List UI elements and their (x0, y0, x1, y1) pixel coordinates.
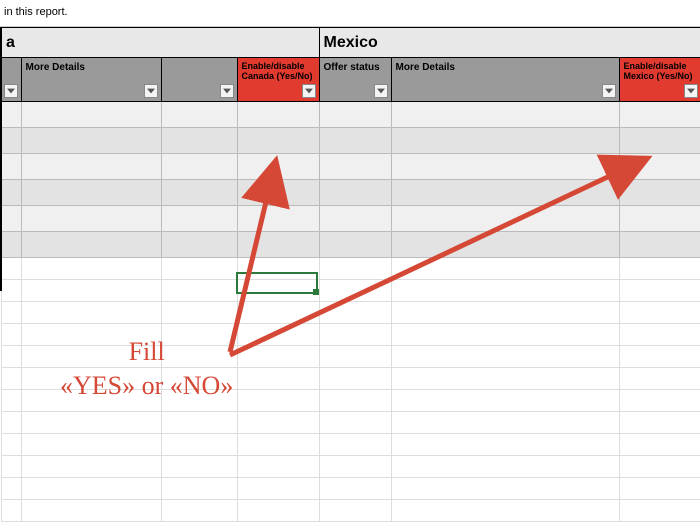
report-note: in this report. (0, 0, 700, 27)
table-row (1, 324, 700, 346)
filter-dropdown-icon[interactable] (4, 84, 18, 98)
column-header-row: More Details Enable/disable Canada (Yes/… (1, 58, 700, 102)
table-row (1, 258, 700, 280)
table-row (1, 500, 700, 522)
col-header-enable-canada[interactable]: Enable/disable Canada (Yes/No) (237, 58, 319, 102)
table-row (1, 280, 700, 302)
table-row (1, 346, 700, 368)
filter-dropdown-icon[interactable] (684, 84, 698, 98)
col-header-more-details-left[interactable]: More Details (21, 58, 161, 102)
offer-status-label: Offer status (324, 62, 380, 73)
spreadsheet: a Mexico More Details Enable/disable Can… (0, 27, 700, 522)
more-details-label-right: More Details (396, 62, 455, 73)
table-row (1, 390, 700, 412)
filter-dropdown-icon[interactable] (302, 84, 316, 98)
table-row (1, 302, 700, 324)
country-header-row: a Mexico (1, 28, 700, 58)
enable-mexico-label: Enable/disable Mexico (Yes/No) (624, 61, 693, 81)
col-header-blank[interactable] (1, 58, 21, 102)
col-header-offer-status[interactable]: Offer status (319, 58, 391, 102)
col-header-more-details-right[interactable]: More Details (391, 58, 619, 102)
col-header-spacer[interactable] (161, 58, 237, 102)
table-row (1, 368, 700, 390)
filter-dropdown-icon[interactable] (602, 84, 616, 98)
table-row (1, 180, 700, 206)
col-header-enable-mexico[interactable]: Enable/disable Mexico (Yes/No) (619, 58, 700, 102)
more-details-label: More Details (26, 62, 85, 73)
filter-dropdown-icon[interactable] (374, 84, 388, 98)
table-row (1, 232, 700, 258)
table-row (1, 412, 700, 434)
grid: a Mexico More Details Enable/disable Can… (0, 27, 700, 522)
table-row (1, 478, 700, 500)
table-row (1, 154, 700, 180)
table-row (1, 434, 700, 456)
country-right-label: Mexico (324, 34, 378, 51)
table-row (1, 102, 700, 128)
table-row (1, 128, 700, 154)
filter-dropdown-icon[interactable] (144, 84, 158, 98)
table-row (1, 456, 700, 478)
enable-canada-label: Enable/disable Canada (Yes/No) (242, 61, 313, 81)
table-row (1, 206, 700, 232)
filter-dropdown-icon[interactable] (220, 84, 234, 98)
country-left-label: a (6, 34, 15, 51)
